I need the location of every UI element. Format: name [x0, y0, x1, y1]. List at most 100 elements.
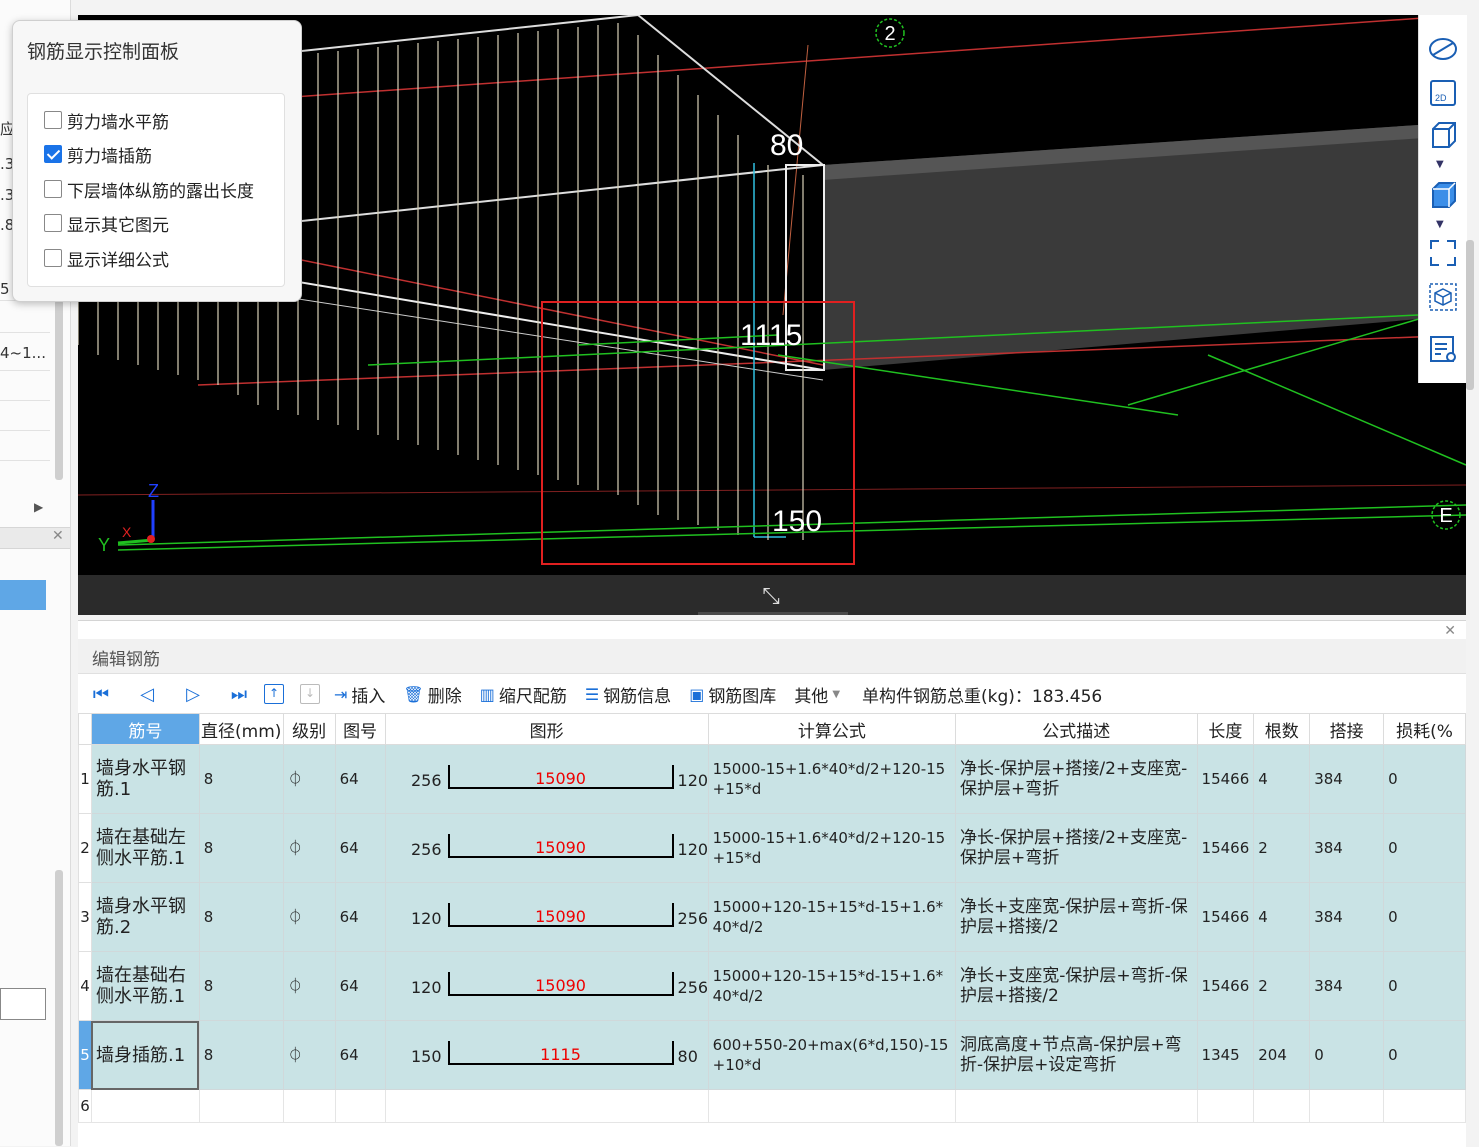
cell-length[interactable]: 15466: [1196, 882, 1255, 952]
scrollbar[interactable]: [1466, 240, 1474, 390]
cell-formula[interactable]: 15000-15+1.6*40*d/2+120-15+15*d: [707, 744, 957, 814]
header-length[interactable]: 长度: [1196, 713, 1255, 745]
cell-loss[interactable]: 0: [1383, 813, 1466, 883]
cell-formula-desc[interactable]: 净长-保护层+搭接/2+支座宽-保护层+弯折: [955, 744, 1198, 814]
cell-diameter[interactable]: 8: [198, 744, 284, 814]
option-show-detailed-formula[interactable]: 显示详细公式: [44, 246, 169, 271]
other-dropdown[interactable]: 其他 ▼: [794, 682, 840, 707]
rebar-library-button[interactable]: ▣ 钢筋图库: [689, 682, 776, 707]
checkbox[interactable]: [44, 180, 62, 198]
cell-grade[interactable]: ⏀: [282, 951, 336, 1021]
table-row[interactable]: 1 墙身水平钢筋.1 8 ⏀ 64 256 15090 120 15000-15+1…: [78, 744, 1466, 814]
cell-shape[interactable]: 150 1115 80: [384, 1020, 709, 1090]
option-shear-wall-dowel[interactable]: 剪力墙插筋: [44, 142, 152, 167]
dropdown-caret-icon[interactable]: ▼: [1436, 219, 1444, 230]
box-view-icon[interactable]: [1427, 281, 1459, 313]
cell-formula[interactable]: 15000+120-15+15*d-15+1.6*40*d/2: [707, 951, 957, 1021]
cell-formula-desc[interactable]: 净长+支座宽-保护层+弯折-保护层+搭接/2: [955, 882, 1198, 952]
rebar-info-button[interactable]: ☰ 钢筋信息: [585, 682, 671, 707]
cell-shape[interactable]: 256 15090 120: [384, 813, 709, 883]
checkbox[interactable]: [44, 111, 62, 129]
properties-icon[interactable]: [1427, 333, 1459, 365]
checkbox[interactable]: [44, 214, 62, 232]
expand-arrow-icon[interactable]: ▶: [34, 500, 43, 514]
cell-diameter[interactable]: 8: [198, 882, 284, 952]
cell-shape[interactable]: 120 15090 256: [384, 951, 709, 1021]
header-lap[interactable]: 搭接: [1309, 713, 1385, 745]
cell-loss[interactable]: 0: [1383, 951, 1466, 1021]
close-icon[interactable]: ✕: [1444, 623, 1456, 639]
cell-figure-no[interactable]: 64: [334, 744, 386, 814]
collapse-icon[interactable]: ⤡: [754, 580, 788, 614]
cell-count[interactable]: 204: [1253, 1020, 1311, 1090]
fullscreen-icon[interactable]: [1427, 237, 1459, 269]
cell-formula[interactable]: 600+550-20+max(6*d,150)-15+10*d: [707, 1020, 957, 1090]
cell-grade[interactable]: ⏀: [282, 744, 336, 814]
checkbox-checked[interactable]: [44, 145, 62, 163]
table-row-empty[interactable]: 6: [78, 1089, 1466, 1123]
table-row[interactable]: 4 墙在基础右侧水平筋.1 8 ⏀ 64 120 15090 256 15000+1…: [78, 951, 1466, 1021]
cell-loss[interactable]: 0: [1383, 882, 1466, 952]
cell-length[interactable]: 15466: [1196, 951, 1255, 1021]
cell-lap[interactable]: 384: [1309, 951, 1385, 1021]
cell-shape[interactable]: 256 15090 120: [384, 744, 709, 814]
solid-cube-icon[interactable]: [1427, 179, 1459, 211]
cell-grade[interactable]: ⏀: [282, 1020, 336, 1090]
empty-cell[interactable]: [334, 1089, 386, 1123]
scrollbar[interactable]: [55, 300, 63, 480]
header-loss[interactable]: 损耗(%: [1383, 713, 1466, 745]
option-lower-wall-exposure[interactable]: 下层墙体纵筋的露出长度: [44, 177, 254, 202]
cell-lap[interactable]: 384: [1309, 882, 1385, 952]
empty-cell[interactable]: [1309, 1089, 1385, 1123]
cell-bar-number[interactable]: 墙身插筋.1: [90, 1020, 200, 1090]
cell-lap[interactable]: 0: [1309, 1020, 1385, 1090]
scrollbar[interactable]: [55, 870, 63, 1146]
empty-cell[interactable]: [282, 1089, 336, 1123]
cell-formula-desc[interactable]: 洞底高度+节点高-保护层+弯折-保护层+设定弯折: [955, 1020, 1198, 1090]
last-record-icon[interactable]: ⏭: [216, 684, 262, 705]
cell-loss[interactable]: 0: [1383, 744, 1466, 814]
cell-formula[interactable]: 15000-15+1.6*40*d/2+120-15+15*d: [707, 813, 957, 883]
cell-bar-number[interactable]: 墙身水平钢筋.1: [90, 744, 200, 814]
input-box[interactable]: [0, 988, 46, 1020]
header-diameter[interactable]: 直径(mm): [198, 713, 284, 745]
cell-diameter[interactable]: 8: [198, 1020, 284, 1090]
empty-cell[interactable]: [1196, 1089, 1255, 1123]
checkbox[interactable]: [44, 249, 62, 267]
cell-figure-no[interactable]: 64: [334, 882, 386, 952]
splitter-handle[interactable]: [698, 612, 848, 615]
header-figure-no[interactable]: 图号: [334, 713, 386, 745]
cell-count[interactable]: 4: [1253, 882, 1311, 952]
cell-lap[interactable]: 384: [1309, 813, 1385, 883]
cell-grade[interactable]: ⏀: [282, 882, 336, 952]
header-bar-number[interactable]: 筋号: [90, 713, 200, 745]
cell-bar-number[interactable]: 墙身水平钢筋.2: [90, 882, 200, 952]
cell-lap[interactable]: 384: [1309, 744, 1385, 814]
insert-button[interactable]: ⇥ 插入: [334, 682, 385, 707]
table-row[interactable]: 2 墙在基础左侧水平筋.1 8 ⏀ 64 256 15090 120 15000-1…: [78, 813, 1466, 883]
empty-cell[interactable]: [198, 1089, 284, 1123]
cell-figure-no[interactable]: 64: [334, 813, 386, 883]
cell-count[interactable]: 2: [1253, 813, 1311, 883]
cell-formula-desc[interactable]: 净长-保护层+搭接/2+支座宽-保护层+弯折: [955, 813, 1198, 883]
empty-cell[interactable]: [707, 1089, 957, 1123]
cell-loss[interactable]: 0: [1383, 1020, 1466, 1090]
first-record-icon[interactable]: ⏮: [78, 684, 124, 705]
previous-record-icon[interactable]: ◁: [124, 684, 170, 705]
header-formula[interactable]: 计算公式: [707, 713, 957, 745]
table-row[interactable]: 3 墙身水平钢筋.2 8 ⏀ 64 120 15090 256 15000+120-…: [78, 882, 1466, 952]
header-formula-desc[interactable]: 公式描述: [955, 713, 1198, 745]
option-show-other-elements[interactable]: 显示其它图元: [44, 211, 169, 236]
cell-shape[interactable]: 120 15090 256: [384, 882, 709, 952]
cell-length[interactable]: 1345: [1196, 1020, 1255, 1090]
cell-bar-number[interactable]: 墙在基础左侧水平筋.1: [90, 813, 200, 883]
cell-length[interactable]: 15466: [1196, 744, 1255, 814]
header-grade[interactable]: 级别: [282, 713, 336, 745]
header-count[interactable]: 根数: [1253, 713, 1311, 745]
cell-figure-no[interactable]: 64: [334, 1020, 386, 1090]
cell-grade[interactable]: ⏀: [282, 813, 336, 883]
cell-figure-no[interactable]: 64: [334, 951, 386, 1021]
cell-formula-desc[interactable]: 净长+支座宽-保护层+弯折-保护层+搭接/2: [955, 951, 1198, 1021]
orbit-icon[interactable]: [1427, 33, 1459, 65]
cell-count[interactable]: 2: [1253, 951, 1311, 1021]
